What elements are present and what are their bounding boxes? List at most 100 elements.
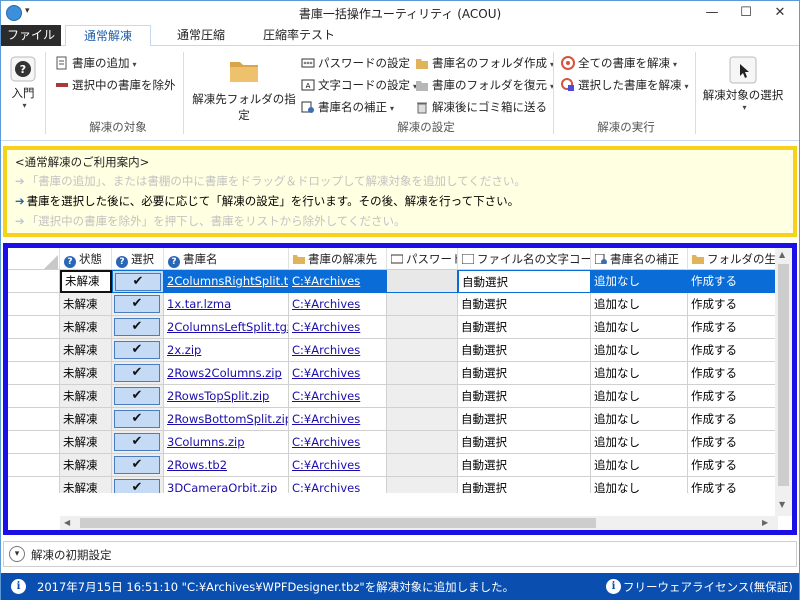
status-cell[interactable]: 未解凍 [60, 385, 112, 408]
folder-restore-button[interactable]: 書庫のフォルダを復元 ▾ [415, 76, 554, 94]
row-header[interactable] [8, 270, 60, 293]
name-fix-cell[interactable]: 追加なし [591, 293, 688, 316]
status-cell[interactable]: 未解凍 [60, 270, 112, 293]
password-cell[interactable] [387, 454, 458, 477]
col-header-folder[interactable]: フォルダの生成 [688, 248, 778, 270]
chevron-down-icon[interactable]: ▾ [9, 546, 25, 562]
row-header[interactable] [8, 293, 60, 316]
dest-folder-link[interactable]: C:¥Archives [289, 431, 387, 454]
select-cell[interactable]: ✔ [112, 316, 164, 339]
folder-cell[interactable]: 作成する [688, 316, 778, 339]
extract-selected-button[interactable]: 選択した書庫を解凍 ▾ [561, 76, 689, 94]
row-header[interactable] [8, 316, 60, 339]
dest-folder-link[interactable]: C:¥Archives [289, 477, 387, 493]
name-fix-cell[interactable]: 追加なし [591, 431, 688, 454]
charset-cell[interactable]: 自動選択 [458, 316, 591, 339]
remove-selected-button[interactable]: 選択中の書庫を除外 [55, 76, 176, 94]
password-cell[interactable] [387, 362, 458, 385]
scroll-down-icon[interactable]: ▼ [779, 500, 785, 509]
select-cell[interactable]: ✔ [112, 408, 164, 431]
select-checkbox[interactable]: ✔ [114, 479, 160, 493]
password-cell[interactable] [387, 477, 458, 493]
password-cell[interactable] [387, 408, 458, 431]
password-cell[interactable] [387, 316, 458, 339]
password-button[interactable]: *** パスワードの設定 [301, 54, 410, 72]
folder-cell[interactable]: 作成する [688, 270, 778, 293]
license-link[interactable]: フリーウェアライセンス(無保証) [623, 579, 793, 595]
vertical-scroll-thumb[interactable] [778, 264, 789, 486]
name-fix-cell[interactable]: 追加なし [591, 408, 688, 431]
charset-cell[interactable]: 自動選択 [458, 270, 591, 293]
folder-cell[interactable]: 作成する [688, 408, 778, 431]
dest-folder-link[interactable]: C:¥Archives [289, 339, 387, 362]
dest-folder-link[interactable]: C:¥Archives [289, 293, 387, 316]
row-header[interactable] [8, 362, 60, 385]
folder-create-button[interactable]: 書庫名のフォルダ作成 ▾ [415, 54, 554, 72]
folder-cell[interactable]: 作成する [688, 293, 778, 316]
table-row[interactable]: 未解凍 ✔ 2RowsBottomSplit.zip C:¥Archives 自動選択追… [60, 408, 778, 431]
select-checkbox[interactable]: ✔ [115, 273, 161, 291]
select-cell[interactable]: ✔ [112, 293, 164, 316]
charset-cell[interactable]: 自動選択 [458, 454, 591, 477]
select-checkbox[interactable]: ✔ [114, 387, 160, 405]
select-checkbox[interactable]: ✔ [114, 295, 160, 313]
scroll-left-icon[interactable]: ◀ [64, 518, 70, 527]
row-header[interactable] [8, 385, 60, 408]
row-header[interactable] [8, 431, 60, 454]
col-header-select[interactable]: ? 選択 [112, 248, 164, 270]
password-cell[interactable] [387, 339, 458, 362]
dest-folder-link[interactable]: C:¥Archives [289, 454, 387, 477]
minimize-button[interactable]: — [695, 1, 729, 25]
col-header-password[interactable]: パスワード [387, 248, 458, 270]
status-cell[interactable]: 未解凍 [60, 431, 112, 454]
extract-all-button[interactable]: 全ての書庫を解凍 ▾ [561, 54, 677, 72]
col-header-status[interactable]: ? 状態 [60, 248, 112, 270]
grid-corner-header[interactable] [8, 248, 60, 270]
charset-cell[interactable]: 自動選択 [458, 408, 591, 431]
select-checkbox[interactable]: ✔ [114, 433, 160, 451]
dest-folder-link[interactable]: C:¥Archives [289, 408, 387, 431]
archive-name-link[interactable]: 2ColumnsRightSplit.txz [164, 270, 289, 293]
archive-name-link[interactable]: 2ColumnsLeftSplit.tgz [164, 316, 289, 339]
status-cell[interactable]: 未解凍 [60, 408, 112, 431]
select-cell[interactable]: ✔ [112, 431, 164, 454]
dest-folder-button[interactable]: 解凍先フォルダの指定 [189, 56, 299, 123]
select-checkbox[interactable]: ✔ [114, 364, 160, 382]
row-header[interactable] [8, 408, 60, 431]
password-cell[interactable] [387, 293, 458, 316]
status-cell[interactable]: 未解凍 [60, 362, 112, 385]
grid-horizontal-scrollbar[interactable]: ◀ ▶ [60, 516, 778, 530]
col-header-dest[interactable]: 書庫の解凍先 [289, 248, 387, 270]
tab-file[interactable]: ファイル [1, 25, 61, 46]
dest-folder-link[interactable]: C:¥Archives [289, 385, 387, 408]
init-settings-expander[interactable]: ▾ 解凍の初期設定 [3, 541, 797, 567]
horizontal-scroll-thumb[interactable] [80, 518, 596, 528]
archive-name-link[interactable]: 2Rows.tb2 [164, 454, 289, 477]
charset-cell[interactable]: 自動選択 [458, 293, 591, 316]
col-header-name-fix[interactable]: 書庫名の補正 [591, 248, 688, 270]
status-cell[interactable]: 未解凍 [60, 293, 112, 316]
name-fix-cell[interactable]: 追加なし [591, 316, 688, 339]
dest-folder-link[interactable]: C:¥Archives [289, 362, 387, 385]
col-header-name[interactable]: ? 書庫名 [164, 248, 289, 270]
table-row[interactable]: 未解凍 ✔ 2ColumnsLeftSplit.tgz C:¥Archives 自動選択… [60, 316, 778, 339]
col-header-charset[interactable]: ファイル名の文字コード [458, 248, 591, 270]
close-button[interactable]: ✕ [763, 1, 797, 25]
name-fix-cell[interactable]: 追加なし [591, 339, 688, 362]
select-cell[interactable]: ✔ [112, 385, 164, 408]
dest-folder-link[interactable]: C:¥Archives [289, 270, 387, 293]
password-cell[interactable] [387, 385, 458, 408]
row-header[interactable] [8, 339, 60, 362]
select-cell[interactable]: ✔ [112, 454, 164, 477]
archive-name-link[interactable]: 3DCameraOrbit.zip [164, 477, 289, 493]
password-cell[interactable] [387, 270, 458, 293]
select-checkbox[interactable]: ✔ [114, 341, 160, 359]
name-fix-cell[interactable]: 追加なし [591, 270, 688, 293]
dest-folder-link[interactable]: C:¥Archives [289, 316, 387, 339]
row-header[interactable] [8, 454, 60, 477]
maximize-button[interactable]: ☐ [729, 1, 763, 25]
tab-normal-compress[interactable]: 通常圧縮 [161, 25, 241, 47]
table-row[interactable]: 未解凍 ✔ 1x.tar.lzma C:¥Archives 自動選択 追加なし 作成する [60, 293, 778, 316]
tab-compression-test[interactable]: 圧縮率テスト [253, 25, 345, 47]
charset-cell[interactable]: 自動選択 [458, 339, 591, 362]
